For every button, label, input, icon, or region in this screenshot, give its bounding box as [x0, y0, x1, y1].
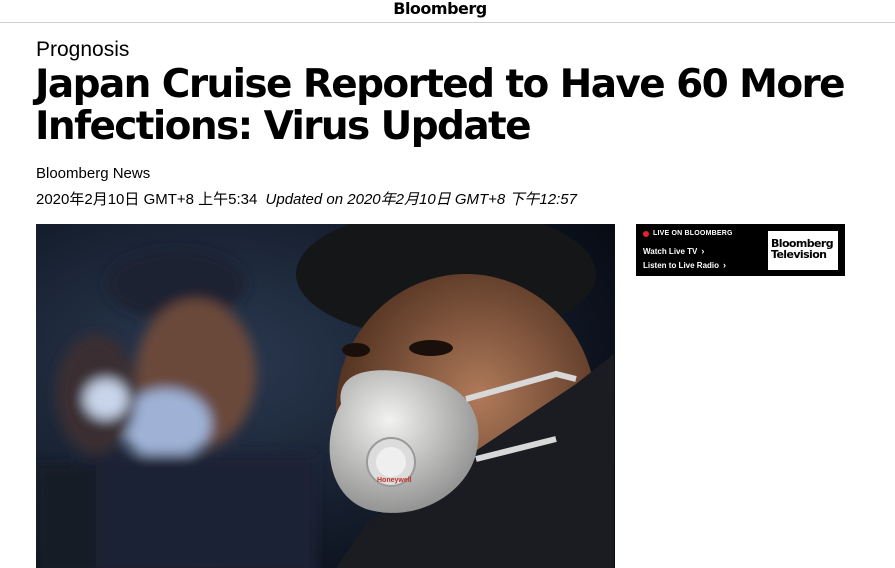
mask-brand-label: Honeywell: [377, 477, 412, 484]
article-kicker[interactable]: Prognosis: [36, 38, 129, 62]
listen-live-radio-link[interactable]: Listen to Live Radio ›: [643, 260, 726, 270]
listen-live-radio-label: Listen to Live Radio: [643, 260, 720, 270]
article-headline: Japan Cruise Reported to Have 60 More In…: [35, 62, 846, 149]
published-date: 2020年2月10日 GMT+8 上午5:34: [36, 191, 258, 208]
bloomberg-television-logo[interactable]: Bloomberg Television: [768, 231, 838, 270]
chevron-right-icon: ›: [723, 260, 727, 270]
brand-logo[interactable]: Bloomberg: [0, 0, 880, 18]
chevron-right-icon: ›: [701, 246, 705, 256]
updated-date: Updated on 2020年2月10日 GMT+8 下午12:57: [265, 191, 577, 208]
live-tv-widget: LIVE ON BLOOMBERG Watch Live TV › Listen…: [636, 224, 845, 276]
article-dates: 2020年2月10日 GMT+8 上午5:34 Updated on 2020年…: [36, 188, 577, 209]
lead-photo-illustration: Honeywell: [36, 224, 615, 568]
logo-line-2: Television: [771, 248, 827, 261]
top-bar: Bloomberg: [0, 0, 895, 23]
article-byline[interactable]: Bloomberg News: [36, 165, 150, 182]
live-label: LIVE ON BLOOMBERG: [653, 230, 733, 237]
watch-live-tv-label: Watch Live TV: [643, 246, 698, 256]
live-indicator: LIVE ON BLOOMBERG: [643, 230, 733, 237]
live-dot-icon: [643, 230, 649, 237]
watch-live-tv-link[interactable]: Watch Live TV ›: [643, 246, 704, 256]
lead-photo: Honeywell: [36, 224, 615, 568]
brand-logo-link[interactable]: Bloomberg: [393, 0, 487, 18]
